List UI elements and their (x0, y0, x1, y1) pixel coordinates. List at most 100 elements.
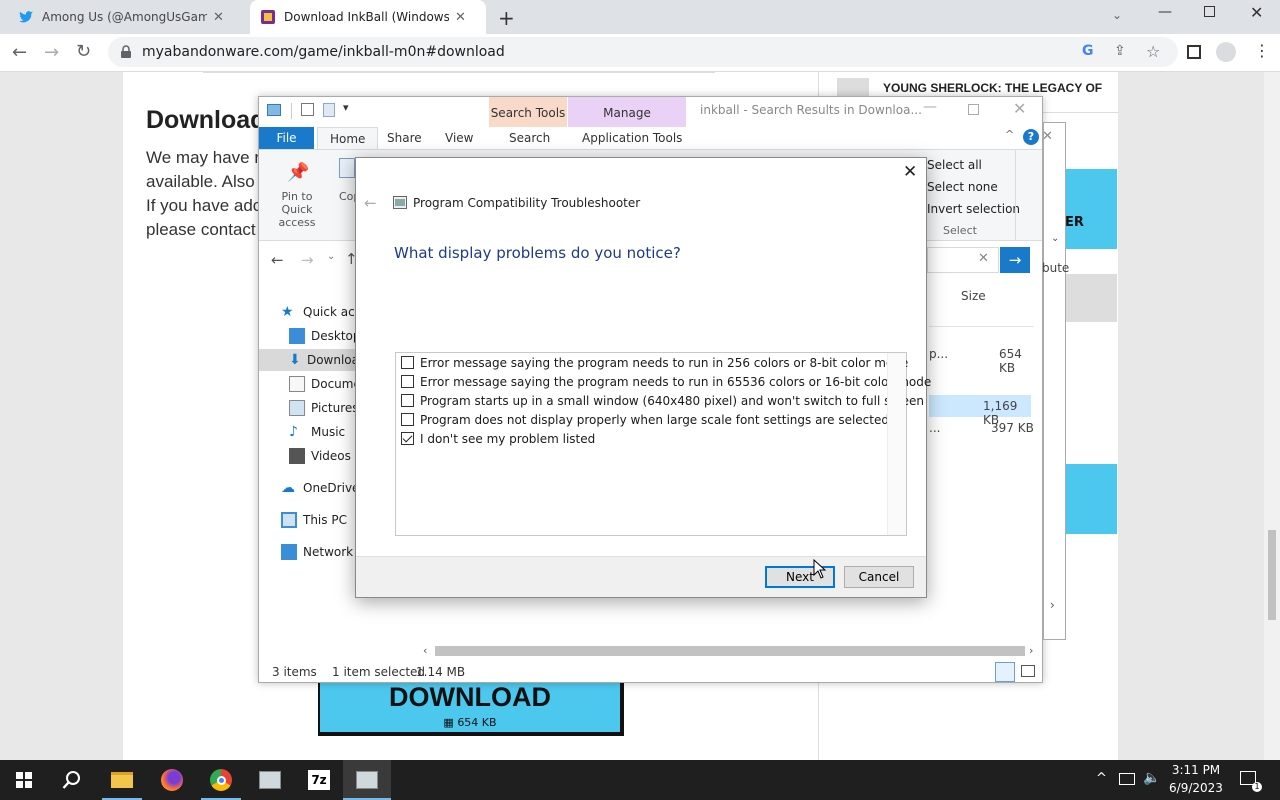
tree-videos[interactable]: Videos (289, 445, 351, 467)
background-close-icon[interactable]: ✕ (1042, 129, 1053, 144)
minimize-icon[interactable]: — (1158, 4, 1172, 20)
back-icon[interactable]: ← (12, 42, 27, 63)
search-box[interactable]: ✕ (927, 247, 999, 273)
taskbar-chrome[interactable] (197, 760, 245, 800)
network-status-icon[interactable] (1119, 773, 1135, 785)
tree-quick-access[interactable]: ★ Quick acc (281, 301, 361, 323)
list-scrollbar[interactable] (887, 353, 906, 535)
window-close-icon[interactable]: ✕ (1250, 3, 1263, 22)
option-not-listed[interactable]: I don't see my problem listed (401, 429, 595, 448)
share-icon[interactable]: ⇪ (1114, 43, 1126, 59)
tree-downloads[interactable]: ⬇ Downloa (259, 349, 359, 371)
page-scrollbar[interactable] (1264, 72, 1280, 760)
show-hidden-icons-icon[interactable]: ^ (1096, 771, 1107, 786)
tree-documents[interactable]: Docume (289, 373, 361, 395)
search-go-icon[interactable]: → (1000, 247, 1030, 273)
file-row[interactable]: ... 397 KB (929, 417, 1034, 439)
taskbar-troubleshooter[interactable] (343, 760, 391, 800)
side-panel-icon[interactable] (1187, 45, 1201, 59)
tree-desktop[interactable]: Desktop (289, 325, 361, 347)
tab-close-icon[interactable]: ✕ (455, 10, 466, 25)
tab-application-tools[interactable]: Application Tools (570, 127, 694, 149)
tab-search[interactable]: Search (497, 127, 562, 149)
ribbon-collapse-icon[interactable]: ^ (1005, 128, 1014, 141)
option-256-colors[interactable]: Error message saying the program needs t… (401, 353, 908, 372)
tab-home[interactable]: Home (317, 127, 379, 149)
checkbox[interactable] (401, 413, 414, 426)
tree-pictures[interactable]: Pictures (289, 397, 359, 419)
tab-among-us[interactable]: Among Us (@AmongUsGame) / ✕ (8, 0, 248, 34)
taskbar-7zip[interactable]: 7z (295, 760, 343, 800)
select-none-button[interactable]: Select none (927, 180, 998, 194)
option-small-window[interactable]: Program starts up in a small window (640… (401, 391, 924, 410)
scroll-left-icon[interactable]: ‹ (423, 644, 427, 657)
dropdown-icon[interactable]: ⌄ (1051, 233, 1059, 244)
bookmark-star-icon[interactable]: ☆ (1146, 42, 1160, 61)
dialog-close-icon[interactable]: ✕ (903, 162, 917, 182)
volume-muted-icon[interactable]: 🔈 (1143, 770, 1160, 786)
file-row[interactable]: p... 654 KB (929, 343, 1034, 375)
checkbox[interactable] (401, 394, 414, 407)
google-icon[interactable]: G (1082, 43, 1094, 59)
reload-icon[interactable]: ↻ (76, 41, 91, 62)
recent-locations-icon[interactable]: ⌄ (327, 251, 335, 262)
explorer-close-icon[interactable]: ✕ (1013, 99, 1026, 118)
tab-view[interactable]: View (433, 127, 485, 149)
tree-onedrive[interactable]: ☁ OneDrive (281, 477, 359, 499)
tab-file[interactable]: File (259, 127, 314, 149)
horizontal-scrollbar[interactable]: ‹ › (421, 643, 1041, 659)
tab-close-icon[interactable]: ✕ (213, 10, 224, 25)
scrollbar-thumb[interactable] (435, 646, 1025, 656)
taskbar-search-button[interactable] (48, 760, 96, 800)
tree-music[interactable]: ♪ Music (289, 421, 345, 443)
tab-share[interactable]: Share (375, 127, 434, 149)
explorer-back-icon[interactable]: ← (271, 251, 284, 269)
explorer-minimize-icon[interactable]: — (923, 99, 937, 115)
column-size[interactable]: Size (961, 289, 986, 303)
url-text: myabandonware.com/game/inkball-m0n#downl… (142, 44, 505, 60)
properties-icon[interactable] (301, 103, 314, 116)
checkbox-checked[interactable] (401, 432, 414, 445)
details-view-icon[interactable] (995, 662, 1015, 682)
checkbox[interactable] (401, 375, 414, 388)
lock-icon[interactable] (120, 45, 132, 59)
dialog-back-icon[interactable]: ← (364, 194, 377, 212)
invert-selection-button[interactable]: Invert selection (927, 202, 1020, 216)
start-button[interactable] (0, 760, 48, 800)
explorer-maximize-icon[interactable] (968, 104, 979, 115)
cancel-button[interactable]: Cancel (844, 566, 914, 588)
clock-time[interactable]: 3:11 PM (1166, 763, 1226, 777)
scroll-right-icon[interactable]: › (1050, 598, 1055, 612)
option-large-font[interactable]: Program does not display properly when l… (401, 410, 889, 429)
large-icons-view-icon[interactable] (1021, 665, 1035, 677)
profile-avatar-icon[interactable] (1216, 42, 1236, 62)
option-65536-colors[interactable]: Error message saying the program needs t… (401, 372, 931, 391)
scroll-right-icon[interactable]: › (1029, 644, 1033, 657)
quick-access-toolbar-dropdown-icon[interactable]: ▾ (343, 101, 349, 114)
pin-to-quick-access-button[interactable]: 📌 Pin to Quick access (265, 158, 329, 229)
tree-this-pc[interactable]: This PC (281, 509, 347, 531)
file-row-selected[interactable]: 1,169 KB (929, 395, 1031, 427)
taskbar-file-explorer[interactable] (98, 760, 146, 800)
new-tab-button[interactable]: + (498, 6, 515, 30)
taskbar-inkball[interactable] (246, 760, 294, 800)
copy-icon[interactable] (339, 158, 355, 178)
forward-icon[interactable]: → (44, 42, 59, 63)
help-icon[interactable]: ? (1023, 129, 1039, 145)
tab-inkball[interactable]: Download InkBall (Windows) - M ✕ (250, 0, 486, 34)
checkbox[interactable] (401, 356, 414, 369)
tree-network[interactable]: Network (281, 541, 353, 563)
clock-date[interactable]: 6/9/2023 (1166, 781, 1226, 795)
chrome-menu-icon[interactable]: ⋮ (1254, 41, 1270, 60)
scrollbar-thumb[interactable] (1268, 530, 1276, 620)
new-folder-icon[interactable] (323, 103, 335, 117)
explorer-forward-icon[interactable]: → (301, 251, 314, 269)
download-button[interactable]: DOWNLOAD ▦ 654 KB (318, 678, 624, 736)
tab-search-icon[interactable]: ⌄ (1112, 8, 1122, 22)
taskbar-firefox[interactable] (148, 760, 196, 800)
select-all-button[interactable]: Select all (927, 158, 982, 172)
sidebar-game-title[interactable]: YOUNG SHERLOCK: THE LEGACY OF (883, 81, 1102, 95)
address-bar[interactable]: myabandonware.com/game/inkball-m0n#downl… (108, 37, 1178, 67)
clear-search-icon[interactable]: ✕ (978, 251, 989, 266)
restore-icon[interactable] (1204, 6, 1215, 17)
